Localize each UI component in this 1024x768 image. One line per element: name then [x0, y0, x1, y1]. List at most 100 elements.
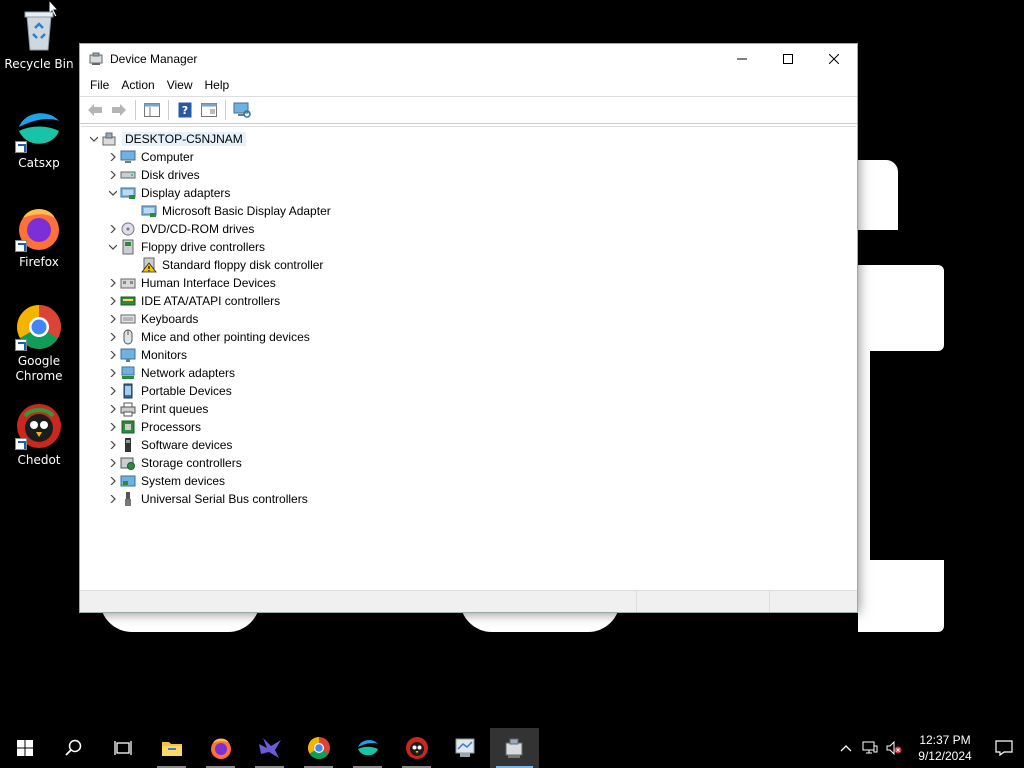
expand-arrow-icon[interactable] [106, 166, 120, 184]
expand-arrow-icon[interactable] [106, 220, 120, 238]
computer-icon [120, 149, 136, 165]
storage-controller-icon [120, 455, 136, 471]
volume-tray-button[interactable] [882, 728, 906, 768]
chrome-icon [15, 303, 63, 351]
chrome-icon [307, 737, 330, 759]
maximize-button[interactable] [765, 44, 811, 74]
status-pane [637, 591, 770, 612]
desktop-icon-chedot[interactable]: Chedot [0, 402, 78, 468]
processor-icon [120, 419, 136, 435]
tree-category-row[interactable]: Print queues [81, 400, 856, 418]
tree-category-row[interactable]: Portable Devices [81, 382, 856, 400]
shortcut-arrow-icon [15, 240, 27, 252]
show-hide-console-tree-button[interactable] [141, 99, 163, 121]
display-adapter-icon [141, 203, 157, 219]
taskbar-chedot[interactable] [392, 728, 441, 768]
taskbar-catsxp[interactable] [343, 728, 392, 768]
tree-category-row[interactable]: Disk drives [81, 166, 856, 184]
taskbar-file-explorer[interactable] [147, 728, 196, 768]
title-bar[interactable]: Device Manager [80, 44, 857, 74]
collapse-arrow-icon[interactable] [87, 130, 101, 148]
search-button[interactable] [49, 728, 98, 768]
properties-icon [201, 103, 217, 117]
tree-root[interactable]: DESKTOP-C5NJNAM [81, 130, 856, 148]
expand-arrow-icon[interactable] [106, 274, 120, 292]
status-pane [80, 591, 637, 612]
properties-button[interactable] [198, 99, 220, 121]
menu-file[interactable]: File [84, 78, 115, 92]
close-button[interactable] [811, 44, 857, 74]
tree-category-row[interactable]: Software devices [81, 436, 856, 454]
tree-category-row[interactable]: System devices [81, 472, 856, 490]
task-view-button[interactable] [98, 728, 147, 768]
maximize-icon [783, 54, 793, 64]
desktop-icon-firefox[interactable]: Firefox [0, 204, 78, 270]
expand-arrow-icon[interactable] [106, 382, 120, 400]
tree-category-row[interactable]: Human Interface Devices [81, 274, 856, 292]
expand-arrow-icon[interactable] [106, 346, 120, 364]
expand-arrow-icon[interactable] [106, 310, 120, 328]
desktop-icon-google-chrome[interactable]: Google Chrome [0, 303, 78, 384]
scan-hardware-button[interactable] [231, 99, 253, 121]
collapse-arrow-icon[interactable] [106, 184, 120, 202]
expand-arrow-icon[interactable] [106, 436, 120, 454]
collapse-arrow-icon[interactable] [106, 238, 120, 256]
taskbar-firefox[interactable] [196, 728, 245, 768]
show-hidden-icons-button[interactable] [834, 728, 858, 768]
device-tree[interactable]: DESKTOP-C5NJNAM Computer Disk drives Displa… [81, 126, 856, 590]
control-panel-icon [455, 738, 474, 757]
clock[interactable]: 12:37 PM 9/12/2024 [906, 732, 984, 764]
tree-item-label: Mice and other pointing devices [141, 330, 310, 344]
start-button[interactable] [0, 728, 49, 768]
network-tray-button[interactable] [858, 728, 882, 768]
minimize-button[interactable] [719, 44, 765, 74]
taskbar-control-panel[interactable] [441, 728, 490, 768]
tree-item-label: Keyboards [141, 312, 199, 326]
expand-arrow-icon[interactable] [106, 148, 120, 166]
tree-category-row[interactable]: Monitors [81, 346, 856, 364]
tree-item-label: Display adapters [141, 186, 231, 200]
forward-button[interactable] [108, 99, 130, 121]
back-button[interactable] [84, 99, 106, 121]
tree-item-label: Monitors [141, 348, 188, 362]
action-center-button[interactable] [984, 728, 1024, 768]
expand-arrow-icon[interactable] [106, 400, 120, 418]
expand-arrow-icon[interactable] [106, 328, 120, 346]
tree-device-row[interactable]: Standard floppy disk controller [81, 256, 856, 274]
svg-text:?: ? [182, 104, 188, 117]
device-manager-window[interactable]: Device Manager File Action View Help ? D… [79, 43, 858, 613]
menu-action[interactable]: Action [115, 78, 160, 92]
expand-arrow-icon[interactable] [106, 418, 120, 436]
help-button[interactable]: ? [174, 99, 196, 121]
expand-arrow-icon[interactable] [106, 364, 120, 382]
menu-help[interactable]: Help [199, 78, 236, 92]
tree-category-row[interactable]: Mice and other pointing devices [81, 328, 856, 346]
tree-category-row[interactable]: Processors [81, 418, 856, 436]
tree-category-row[interactable]: Floppy drive controllers [81, 238, 856, 256]
taskbar-device-manager[interactable] [490, 728, 539, 768]
tree-category-row[interactable]: Network adapters [81, 364, 856, 382]
printer-icon [120, 401, 136, 417]
tree-item-label: Storage controllers [141, 456, 242, 470]
expand-arrow-icon[interactable] [106, 490, 120, 508]
chedot-icon [15, 402, 63, 450]
taskbar-app-bird[interactable] [245, 728, 294, 768]
desktop-icon-catsxp[interactable]: Catsxp [0, 105, 78, 171]
tree-device-row[interactable]: Microsoft Basic Display Adapter [81, 202, 856, 220]
tree-category-row[interactable]: Universal Serial Bus controllers [81, 490, 856, 508]
tree-category-row[interactable]: Storage controllers [81, 454, 856, 472]
desktop-icon-recycle-bin[interactable]: Recycle Bin [0, 6, 78, 72]
tree-category-row[interactable]: Keyboards [81, 310, 856, 328]
expand-arrow-icon[interactable] [106, 292, 120, 310]
expand-arrow-icon[interactable] [106, 472, 120, 490]
console-tree-icon [144, 103, 160, 117]
tree-category-row[interactable]: Display adapters [81, 184, 856, 202]
tree-category-row[interactable]: IDE ATA/ATAPI controllers [81, 292, 856, 310]
tree-item-label: Disk drives [141, 168, 200, 182]
tree-category-row[interactable]: DVD/CD-ROM drives [81, 220, 856, 238]
tree-category-row[interactable]: Computer [81, 148, 856, 166]
menu-view[interactable]: View [161, 78, 199, 92]
taskbar-google-chrome[interactable] [294, 728, 343, 768]
expand-arrow-icon[interactable] [106, 454, 120, 472]
desktop-icon-label: Recycle Bin [4, 57, 74, 71]
